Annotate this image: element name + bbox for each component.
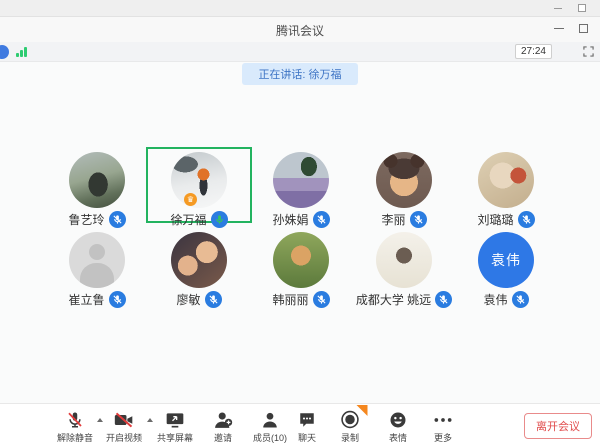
participant-name: 徐万福 [170, 211, 206, 228]
meeting-toolbar: 解除静音 开启视频 共享屏幕 邀请 成员(10) [0, 403, 600, 447]
participant-tile[interactable]: 崔立鲁 [44, 227, 150, 303]
participant-tile-active-speaker[interactable]: ♛ 徐万福 [146, 147, 252, 223]
participant-tile[interactable]: 孙姝娟 [248, 147, 354, 223]
screen-share-icon [165, 410, 185, 429]
participant-name: 廖敏 [176, 291, 200, 308]
chat-button[interactable]: 聊天 [298, 410, 316, 444]
start-video-label: 开启视频 [106, 431, 142, 444]
participant-name: 成都大学 姚远 [356, 291, 431, 308]
camera-muted-icon [114, 410, 134, 429]
mic-muted-icon [313, 291, 330, 308]
avatar [273, 232, 329, 288]
avatar [273, 152, 329, 208]
share-screen-button[interactable]: 共享屏幕 [157, 410, 193, 444]
participant-tile[interactable]: 韩丽丽 [248, 227, 354, 303]
mic-muted-icon [313, 211, 330, 228]
meeting-status-bar: 27:24 [0, 42, 600, 62]
leave-meeting-button[interactable]: 离开会议 [524, 413, 592, 439]
record-button[interactable]: 录制 [341, 410, 360, 444]
emoji-icon [389, 410, 407, 429]
chat-label: 聊天 [298, 431, 316, 444]
invite-button[interactable]: 邀请 [214, 410, 233, 444]
app-title-bar: 腾讯会议 [0, 17, 600, 42]
mic-muted-icon [512, 291, 529, 308]
participant-name: 李丽 [381, 211, 405, 228]
fullscreen-icon[interactable] [583, 46, 594, 57]
maximize-icon[interactable] [579, 24, 588, 33]
avatar [171, 232, 227, 288]
app-status-icon [0, 45, 9, 59]
more-icon [433, 410, 453, 429]
unmute-label: 解除静音 [57, 431, 93, 444]
window-title: 腾讯会议 [0, 22, 600, 39]
host-badge-icon: ♛ [184, 193, 197, 206]
participant-tile[interactable]: 廖敏 [146, 227, 252, 303]
mic-muted-icon [109, 211, 126, 228]
record-label: 录制 [341, 431, 359, 444]
unmute-button[interactable]: 解除静音 [57, 410, 93, 444]
members-label: 成员(10) [253, 431, 287, 444]
invite-label: 邀请 [214, 431, 232, 444]
avatar [376, 152, 432, 208]
video-options-caret-icon[interactable] [147, 418, 153, 422]
mic-muted-icon [410, 211, 427, 228]
avatar-default-silhouette [69, 232, 125, 288]
participant-tile[interactable]: 刘璐璐 [453, 147, 559, 223]
participant-name: 韩丽丽 [272, 291, 308, 308]
emoji-button[interactable]: 表情 [389, 410, 407, 444]
mic-active-icon [211, 211, 228, 228]
avatar [478, 152, 534, 208]
speaking-banner-text: 正在讲话: 徐万福 [242, 63, 357, 85]
record-flag-icon [357, 405, 368, 416]
participant-tile[interactable]: 鲁艺玲 [44, 147, 150, 223]
minimize-icon[interactable] [554, 28, 564, 29]
more-button[interactable]: 更多 [433, 410, 453, 444]
mic-muted-icon [435, 291, 452, 308]
participant-name: 鲁艺玲 [68, 211, 104, 228]
members-icon [261, 410, 279, 429]
participant-tile[interactable]: 成都大学 姚远 [351, 227, 457, 303]
avatar [376, 232, 432, 288]
maximize-icon[interactable] [578, 4, 586, 12]
participant-name: 袁伟 [483, 291, 507, 308]
mic-muted-icon [66, 410, 84, 429]
meeting-timer: 27:24 [515, 44, 552, 59]
invite-icon [214, 410, 233, 429]
members-button[interactable]: 成员(10) [253, 410, 287, 444]
mic-muted-icon [109, 291, 126, 308]
participant-name: 孙姝娟 [272, 211, 308, 228]
chat-icon [298, 410, 316, 429]
avatar [69, 152, 125, 208]
emoji-label: 表情 [389, 431, 407, 444]
participant-name: 刘璐璐 [477, 211, 513, 228]
speaking-banner: 正在讲话: 徐万福 [0, 63, 600, 85]
record-icon [341, 410, 360, 429]
mic-options-caret-icon[interactable] [97, 418, 103, 422]
network-signal-icon [16, 47, 27, 57]
avatar-text-initials: 袁伟 [478, 232, 534, 288]
meeting-window: 腾讯会议 27:24 正在讲话: 徐万福 鲁艺玲 ♛ 徐万福 [0, 0, 600, 447]
participant-tile[interactable]: 袁伟 袁伟 [453, 227, 559, 303]
start-video-button[interactable]: 开启视频 [106, 410, 142, 444]
more-label: 更多 [434, 431, 452, 444]
participant-tile[interactable]: 李丽 [351, 147, 457, 223]
share-screen-label: 共享屏幕 [157, 431, 193, 444]
participant-name: 崔立鲁 [68, 291, 104, 308]
mic-muted-icon [205, 291, 222, 308]
avatar-text: 袁伟 [478, 232, 534, 288]
avatar [171, 152, 227, 208]
outer-window-bar [0, 0, 600, 17]
minimize-icon[interactable] [554, 8, 562, 9]
mic-muted-icon [518, 211, 535, 228]
